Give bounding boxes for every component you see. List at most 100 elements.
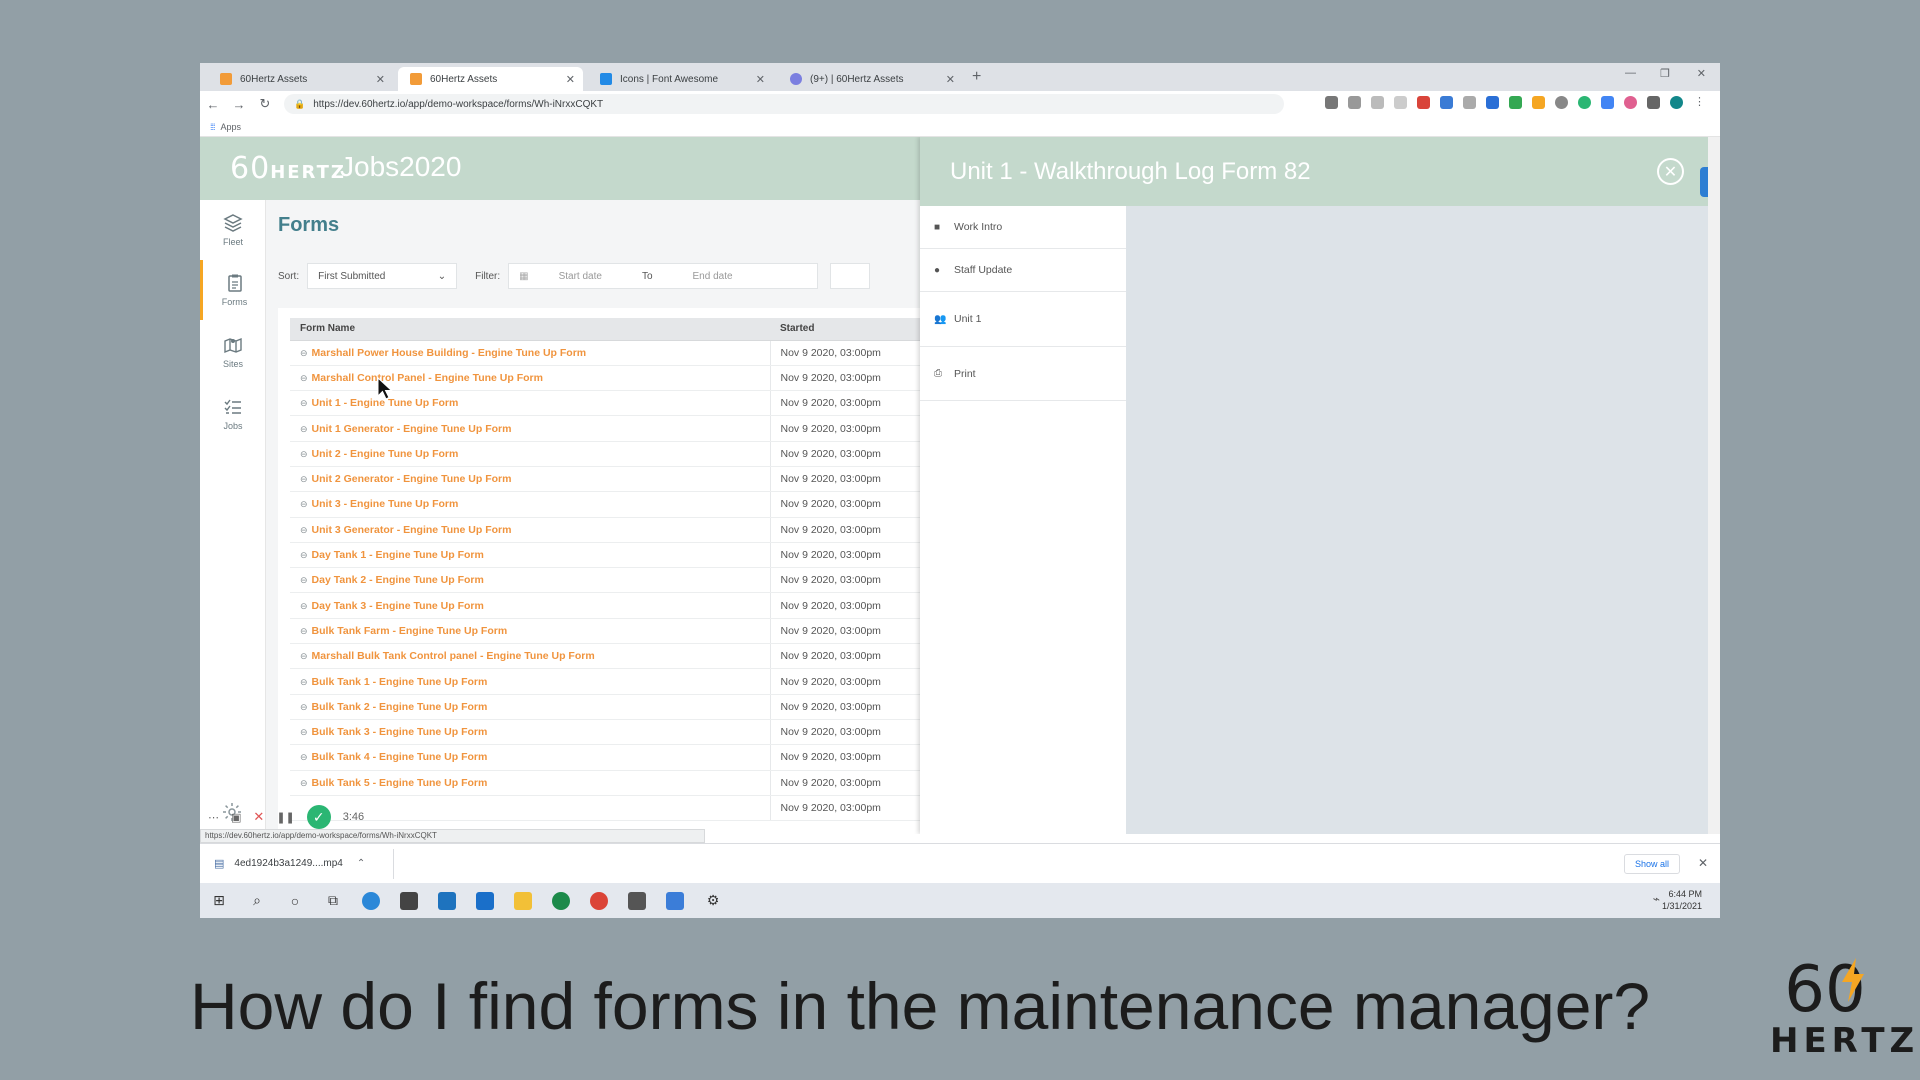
form-name-cell[interactable]: ⊖ Day Tank 2 - Engine Tune Up Form (290, 567, 771, 594)
browser-tab-2[interactable]: 60Hertz Assets ✕ (398, 67, 583, 91)
red-extension-icon[interactable] (1417, 96, 1430, 109)
form-name-link[interactable]: Unit 2 Generator - Engine Tune Up Form (312, 473, 512, 485)
table-row[interactable]: ⊖ Bulk Tank 1 - Engine Tune Up Form Nov 9 … (290, 668, 930, 695)
reload-icon[interactable]: ↻ (252, 96, 278, 112)
table-row[interactable]: ⊖ Unit 2 - Engine Tune Up Form Nov 9 2020,… (290, 441, 930, 467)
restore-icon[interactable]: ❐ (1660, 67, 1670, 80)
app-logo[interactable]: 60HERTZ (230, 151, 346, 186)
table-row[interactable]: Nov 9 2020, 03:00pm (290, 795, 930, 822)
close-tab-icon[interactable]: ✕ (566, 73, 575, 86)
side-tab-handle[interactable] (1700, 167, 1708, 197)
drawer-item-print[interactable]: ⎙ Print (920, 347, 1126, 401)
l-app-icon[interactable] (428, 891, 466, 910)
show-all-button[interactable]: Show all (1623, 854, 1680, 874)
form-name-cell[interactable]: ⊖ Unit 2 Generator - Engine Tune Up Form (290, 466, 771, 493)
page-scrollbar[interactable] (1708, 137, 1720, 834)
pocket-extension-icon[interactable] (1394, 96, 1407, 109)
download-item[interactable]: ▤ 4ed1924b3a1249....mp4 ⌃ (214, 848, 394, 879)
form-name-link[interactable]: Bulk Tank 2 - Engine Tune Up Form (312, 701, 488, 713)
form-name-cell[interactable]: ⊖ Day Tank 1 - Engine Tune Up Form (290, 542, 771, 569)
close-circle-icon[interactable]: ✕ (1657, 158, 1684, 185)
browser-tab-4[interactable]: (9+) | 60Hertz Assets ✕ (778, 67, 963, 91)
close-tab-icon[interactable]: ✕ (946, 73, 955, 86)
mail-app-icon[interactable] (466, 891, 504, 910)
apps-grid-icon[interactable]: ⁞⁞⁞ (210, 122, 215, 132)
table-row[interactable]: ⊖ Bulk Tank Farm - Engine Tune Up Form Nov… (290, 618, 930, 645)
drawer-item-unit-1[interactable]: 👥 Unit 1 (920, 292, 1126, 347)
star-icon[interactable] (1371, 96, 1384, 109)
form-name-link[interactable]: Unit 1 Generator - Engine Tune Up Form (312, 423, 512, 435)
nav-item-jobs[interactable]: Jobs (200, 384, 266, 444)
form-name-link[interactable]: Day Tank 1 - Engine Tune Up Form (312, 549, 484, 561)
store-app-icon[interactable] (390, 891, 428, 910)
form-name-cell[interactable]: ⊖ Bulk Tank 2 - Engine Tune Up Form (290, 694, 771, 720)
browser-tab-1[interactable]: 60Hertz Assets ✕ (208, 67, 393, 91)
drawer-item-work-intro[interactable]: ■ Work Intro (920, 206, 1126, 249)
nav-item-sites[interactable]: Sites (200, 322, 266, 382)
form-name-cell[interactable]: ⊖ Unit 3 Generator - Engine Tune Up Form (290, 517, 771, 543)
form-name-link[interactable]: Bulk Tank Farm - Engine Tune Up Form (312, 625, 508, 637)
nav-item-forms[interactable]: Forms (200, 260, 266, 320)
form-name-link[interactable]: Bulk Tank 5 - Engine Tune Up Form (312, 777, 488, 789)
browser-tab-3[interactable]: Icons | Font Awesome ✕ (588, 67, 773, 91)
table-row[interactable]: ⊖ Marshall Bulk Tank Control panel - Engi… (290, 643, 930, 670)
form-name-cell[interactable]: ⊖ Bulk Tank 4 - Engine Tune Up Form (290, 744, 771, 771)
profile-avatar-icon[interactable] (1670, 96, 1683, 109)
windows-start-icon[interactable]: ⊞ (200, 892, 238, 909)
form-name-link[interactable]: Bulk Tank 3 - Engine Tune Up Form (312, 726, 488, 738)
pause-icon[interactable]: ❚❚ (276, 811, 294, 824)
form-name-cell[interactable]: ⊖ Bulk Tank 5 - Engine Tune Up Form (290, 770, 771, 796)
form-name-cell[interactable]: ⊖ Bulk Tank Farm - Engine Tune Up Form (290, 618, 771, 645)
table-row[interactable]: ⊖ Day Tank 3 - Engine Tune Up Form Nov 9 2… (290, 592, 930, 619)
form-name-link[interactable]: Unit 3 Generator - Engine Tune Up Form (312, 524, 512, 536)
form-name-cell[interactable]: ⊖ Unit 1 - Engine Tune Up Form (290, 390, 771, 417)
more-icon[interactable]: ⋯ (208, 811, 219, 824)
snip-app-icon[interactable] (656, 891, 694, 910)
form-name-link[interactable]: Marshall Bulk Tank Control panel - Engin… (312, 650, 595, 662)
back-icon[interactable]: ← (200, 97, 226, 112)
table-row[interactable]: ⊖ Unit 3 Generator - Engine Tune Up Form N… (290, 517, 930, 543)
task-view-icon[interactable]: ⧉ (314, 892, 352, 909)
form-name-link[interactable]: Unit 3 - Engine Tune Up Form (312, 498, 459, 510)
minimize-icon[interactable]: — (1625, 67, 1636, 79)
orange-extension-icon[interactable] (1532, 96, 1545, 109)
table-row[interactable]: ⊖ Unit 3 - Engine Tune Up Form Nov 9 2020,… (290, 491, 930, 518)
close-tab-icon[interactable]: ✕ (756, 73, 765, 86)
screen-extension-icon[interactable] (1486, 96, 1499, 109)
pink-extension-icon[interactable] (1624, 96, 1637, 109)
form-name-cell[interactable]: ⊖ Marshall Bulk Tank Control panel - Engi… (290, 643, 771, 670)
bookmark-apps[interactable]: Apps (221, 122, 242, 132)
form-name-link[interactable]: Unit 2 - Engine Tune Up Form (312, 448, 459, 460)
close-window-icon[interactable]: ✕ (1697, 67, 1706, 80)
blue-extension-icon[interactable] (1440, 96, 1453, 109)
shield-app-icon[interactable] (542, 891, 580, 910)
table-row[interactable]: ⊖ Day Tank 2 - Engine Tune Up Form Nov 9 2… (290, 567, 930, 594)
table-row[interactable]: ⊖ Unit 2 Generator - Engine Tune Up Form N… (290, 466, 930, 493)
table-row[interactable]: ⊖ Bulk Tank 4 - Engine Tune Up Form Nov 9 … (290, 744, 930, 771)
form-name-cell[interactable]: ⊖ Unit 1 Generator - Engine Tune Up Form (290, 415, 771, 442)
table-row[interactable]: ⊖ Day Tank 1 - Engine Tune Up Form Nov 9 2… (290, 542, 930, 569)
table-row[interactable]: ⊖ Bulk Tank 2 - Engine Tune Up Form Nov 9 … (290, 694, 930, 720)
end-date-input[interactable]: End date (693, 271, 733, 282)
chrome-app-icon[interactable] (580, 891, 618, 910)
drawer-item-staff-update[interactable]: ● Staff Update (920, 249, 1126, 292)
close-download-bar-icon[interactable]: ✕ (1698, 856, 1708, 870)
form-name-cell[interactable]: ⊖ Marshall Control Panel - Engine Tune Up… (290, 365, 771, 392)
webcam-toggle-icon[interactable]: ▣ (231, 811, 241, 824)
kebab-menu-icon[interactable]: ⋮ (1693, 96, 1706, 109)
address-bar[interactable]: 🔒 https://dev.60hertz.io/app/demo-worksp… (284, 94, 1284, 114)
calculator-app-icon[interactable] (618, 891, 656, 910)
form-name-cell[interactable]: ⊖ Bulk Tank 3 - Engine Tune Up Form (290, 719, 771, 746)
form-name-cell[interactable]: ⊖ Unit 3 - Engine Tune Up Form (290, 491, 771, 518)
finish-recording-icon[interactable]: ✓ (306, 805, 331, 829)
table-row[interactable]: ⊖ Bulk Tank 3 - Engine Tune Up Form Nov 9 … (290, 719, 930, 746)
settings-app-icon[interactable]: ⚙ (694, 892, 732, 909)
start-date-input[interactable]: Start date (559, 271, 602, 282)
form-name-cell[interactable]: ⊖ Bulk Tank 1 - Engine Tune Up Form (290, 668, 771, 695)
column-header-form-name[interactable]: Form Name (290, 318, 770, 341)
table-row[interactable]: ⊖ Bulk Tank 5 - Engine Tune Up Form Nov 9 … (290, 770, 930, 796)
form-name-link[interactable]: Bulk Tank 1 - Engine Tune Up Form (312, 676, 488, 688)
chevron-up-icon[interactable]: ⌃ (357, 858, 365, 869)
table-row[interactable]: ⊖ Marshall Power House Building - Engine … (290, 340, 930, 366)
date-range-picker[interactable]: ▦ Start date To End date (508, 263, 819, 289)
